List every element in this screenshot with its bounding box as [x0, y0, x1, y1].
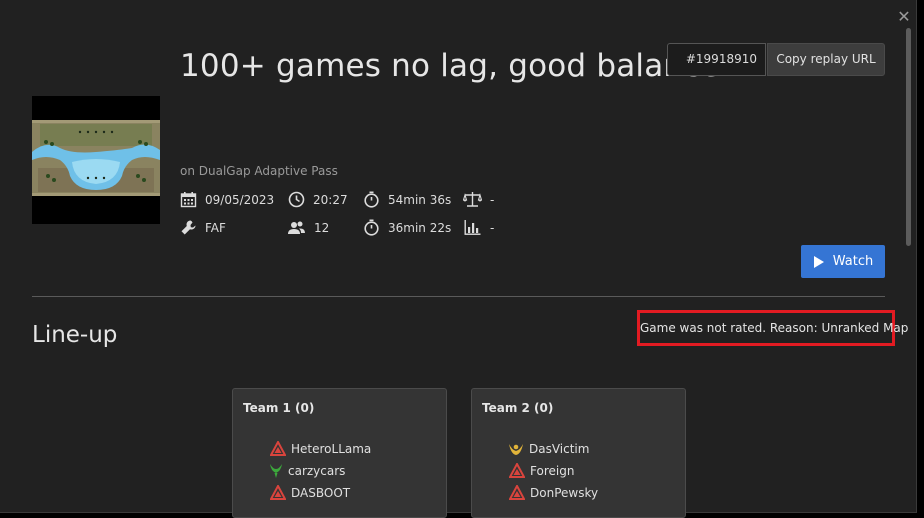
- cybran-faction-icon: [270, 441, 286, 456]
- replay-details-window: ✕ 100+ games no lag, good balance #19918…: [0, 0, 917, 518]
- sim-duration-value: 36min 22s: [388, 220, 452, 235]
- players-value: 12: [314, 220, 330, 235]
- cybran-faction-icon: [509, 463, 525, 478]
- player-row[interactable]: Foreign: [509, 463, 574, 479]
- player-name: DonPewsky: [530, 486, 599, 500]
- watch-button[interactable]: Watch: [801, 245, 885, 278]
- player-name: DasVictim: [529, 442, 590, 456]
- lineup-heading: Line-up: [32, 322, 118, 348]
- date-stat: 09/05/2023: [180, 191, 274, 208]
- duration-value: 54min 36s: [388, 192, 452, 207]
- date-value: 09/05/2023: [205, 192, 275, 207]
- player-name: Foreign: [530, 464, 575, 478]
- team-card: Team 2 (0) DasVictim Foreign DonPewsky: [471, 388, 686, 518]
- duration-stat: 54min 36s: [363, 191, 451, 208]
- stopwatch-icon: [364, 191, 379, 208]
- users-icon: [288, 221, 305, 234]
- rating-stat: -: [463, 219, 494, 236]
- scrollbar[interactable]: [906, 28, 911, 246]
- time-value: 20:27: [313, 192, 348, 207]
- team-title: Team 2 (0): [482, 401, 554, 415]
- watch-label: Watch: [832, 254, 874, 269]
- copy-replay-url-button[interactable]: Copy replay URL: [767, 43, 885, 76]
- mod-value: FAF: [205, 220, 226, 235]
- wrench-icon: [181, 220, 196, 235]
- players-stat: 12: [287, 219, 329, 236]
- scales-icon: [463, 192, 482, 207]
- close-icon[interactable]: ✕: [896, 8, 912, 26]
- divider: [32, 296, 885, 297]
- player-row[interactable]: carzycars: [269, 463, 345, 479]
- cybran-faction-icon: [270, 485, 286, 500]
- stopwatch-icon: [364, 219, 379, 236]
- rating-value: -: [490, 220, 495, 235]
- player-row[interactable]: DASBOOT: [270, 485, 350, 501]
- cybran-faction-icon: [509, 485, 525, 500]
- player-row[interactable]: DasVictim: [508, 441, 589, 457]
- time-stat: 20:27: [288, 191, 348, 208]
- balance-value: -: [490, 192, 495, 207]
- play-icon: [813, 255, 824, 268]
- replay-id-field[interactable]: #19918910: [667, 43, 766, 76]
- team-card: Team 1 (0) HeteroLLama carzycars DASBOOT: [232, 388, 447, 518]
- balance-stat: -: [463, 191, 494, 208]
- page-title: 100+ games no lag, good balance: [180, 48, 720, 84]
- map-name: on DualGap Adaptive Pass: [180, 164, 338, 178]
- aeon-faction-icon: [509, 444, 523, 455]
- seraphim-faction-icon: [270, 464, 282, 478]
- player-name: carzycars: [288, 464, 346, 478]
- map-thumbnail: [32, 96, 160, 224]
- player-row[interactable]: HeteroLLama: [270, 441, 371, 457]
- mod-stat: FAF: [180, 219, 226, 236]
- sim-duration-stat: 36min 22s: [363, 219, 451, 236]
- clock-icon: [288, 191, 305, 208]
- player-name: HeteroLLama: [291, 442, 372, 456]
- player-row[interactable]: DonPewsky: [509, 485, 598, 501]
- calendar-icon: [180, 192, 197, 208]
- player-name: DASBOOT: [291, 486, 351, 500]
- bar-chart-icon: [464, 220, 481, 235]
- team-title: Team 1 (0): [243, 401, 315, 415]
- unrated-notice: Game was not rated. Reason: Unranked Map: [637, 310, 908, 346]
